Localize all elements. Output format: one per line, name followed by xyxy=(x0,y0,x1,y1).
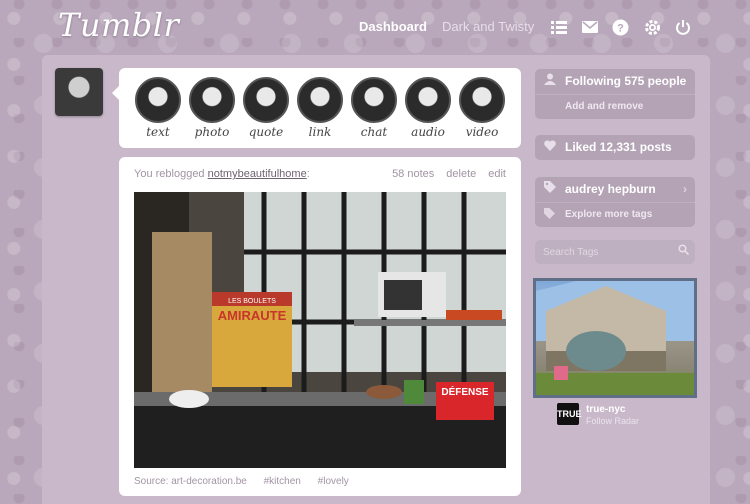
liked-count: Liked 12,331 posts xyxy=(565,140,672,154)
post-type-photo-icon xyxy=(189,77,235,123)
following-box[interactable]: Following 575 people Add and remove xyxy=(535,68,695,119)
post-type-photo[interactable]: photo xyxy=(187,77,237,139)
tag-link[interactable]: #lovely xyxy=(318,476,349,487)
reblog-source-user-link[interactable]: notmybeautifulhome xyxy=(208,168,307,180)
post-type-label: audio xyxy=(411,125,445,139)
poster-main-text: AMIRAUTE xyxy=(218,308,287,323)
post-type-label: video xyxy=(465,125,499,139)
liked-box[interactable]: Liked 12,331 posts xyxy=(535,134,695,160)
post-type-audio-icon xyxy=(405,77,451,123)
post-type-label: chat xyxy=(360,125,388,139)
tracked-tag-name: audrey hepburn xyxy=(565,182,656,196)
radar-post[interactable] xyxy=(533,278,697,398)
post-type-text[interactable]: text xyxy=(133,77,183,139)
post-controls: 58 notes delete edit xyxy=(380,168,506,180)
post-type-bar: text photo quote link chat audio video xyxy=(119,68,521,148)
radar-avatar[interactable]: TRUE xyxy=(557,403,582,425)
chevron-right-icon: › xyxy=(683,182,687,196)
poster-top-text: LES BOULETS xyxy=(228,298,276,305)
nav-blog-link[interactable]: Dark and Twisty xyxy=(442,19,534,34)
tag-icon xyxy=(544,203,555,227)
post-type-video[interactable]: video xyxy=(457,77,507,139)
person-icon xyxy=(544,68,556,94)
notes-count-link[interactable]: 58 notes xyxy=(392,168,434,180)
post-type-text-icon xyxy=(135,77,181,123)
edit-link[interactable]: edit xyxy=(488,168,506,180)
liked-row[interactable]: Liked 12,331 posts xyxy=(535,134,695,160)
svg-text:?: ? xyxy=(617,22,624,34)
sign-main-text: DÉFENSE xyxy=(441,385,489,398)
post-type-link-icon xyxy=(297,77,343,123)
reblogged-post: You reblogged notmybeautifulhome: 58 not… xyxy=(119,157,521,496)
post-type-chat-icon xyxy=(351,77,397,123)
post-type-label: link xyxy=(308,125,332,139)
post-type-audio[interactable]: audio xyxy=(403,77,453,139)
post-footer: Source: art-decoration.be #kitchen #love… xyxy=(134,476,363,487)
tumblr-logo[interactable]: Tumblr xyxy=(58,6,179,44)
kitchen-photo[interactable]: LES BOULETS AMIRAUTE DÉFENSE xyxy=(134,192,506,468)
post-type-quote[interactable]: quote xyxy=(241,77,291,139)
help-icon[interactable]: ? xyxy=(609,16,631,38)
list-icon[interactable] xyxy=(548,16,570,38)
tag-link[interactable]: #kitchen xyxy=(264,476,301,487)
post-type-chat[interactable]: chat xyxy=(349,77,399,139)
user-avatar[interactable] xyxy=(55,68,103,116)
top-bar: Tumblr Dashboard Dark and Twisty ? xyxy=(0,0,750,56)
mail-icon[interactable] xyxy=(579,16,601,38)
search-tags-input[interactable] xyxy=(535,240,695,264)
post-type-link[interactable]: link xyxy=(295,77,345,139)
post-type-label: text xyxy=(146,125,170,139)
post-source[interactable]: Source: art-decoration.be xyxy=(134,476,247,487)
post-header: You reblogged notmybeautifulhome: 58 not… xyxy=(134,168,506,184)
explore-tags-link[interactable]: Explore more tags xyxy=(535,202,695,227)
search-icon[interactable] xyxy=(678,244,690,258)
tag-icon xyxy=(544,176,556,202)
following-count: Following 575 people xyxy=(565,74,687,88)
reblog-prefix: You reblogged xyxy=(134,168,205,180)
reblog-info: You reblogged notmybeautifulhome: xyxy=(134,168,310,180)
post-type-label: quote xyxy=(248,125,284,139)
post-type-quote-icon xyxy=(243,77,289,123)
post-type-video-icon xyxy=(459,77,505,123)
delete-link[interactable]: delete xyxy=(446,168,476,180)
radar-photo[interactable] xyxy=(536,281,694,395)
nav-dashboard-link[interactable]: Dashboard xyxy=(359,19,427,34)
power-icon[interactable] xyxy=(672,16,694,38)
following-row[interactable]: Following 575 people xyxy=(535,68,695,94)
post-types-pointer xyxy=(112,86,119,100)
tracked-tag-box[interactable]: audrey hepburn › Explore more tags xyxy=(535,176,695,227)
radar-blog-name[interactable]: true-nyc xyxy=(586,404,625,415)
gear-icon[interactable] xyxy=(641,16,663,38)
post-type-label: photo xyxy=(194,125,230,139)
radar-label: Follow Radar xyxy=(586,416,640,426)
tracked-tag-row[interactable]: audrey hepburn › xyxy=(535,176,695,202)
heart-icon xyxy=(544,134,556,160)
add-and-remove-link[interactable]: Add and remove xyxy=(535,94,695,119)
